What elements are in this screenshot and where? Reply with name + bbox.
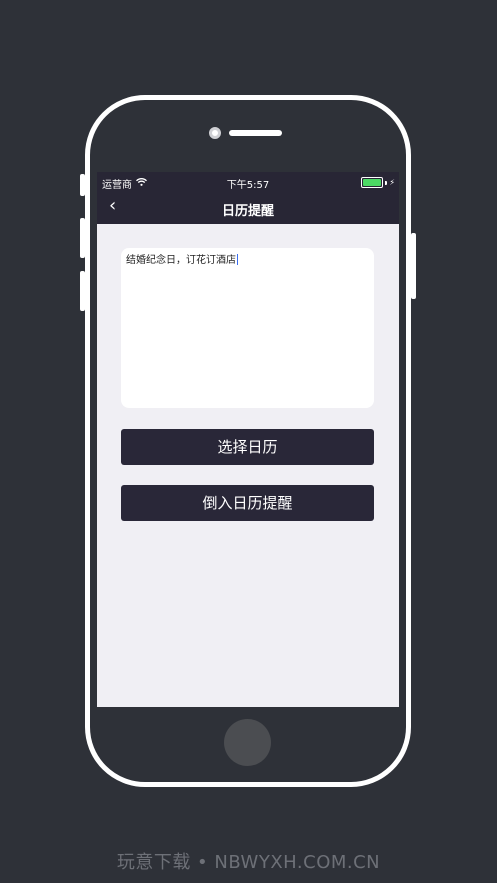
page-title: 日历提醒 [221,204,274,219]
status-time: 下午5:57 [226,180,270,191]
home-button[interactable] [224,719,271,766]
app-screen: 运营商 下午5:57 ⚡ ‹ 日历提醒 结婚纪念日，订花订酒店 选择日历 倒入日… [97,172,399,707]
battery-tip [385,180,388,185]
mute-switch [80,174,85,196]
watermark-text: 玩意下载 • NBWYXH.COM.CN [116,852,381,873]
earpiece-speaker [229,130,282,136]
battery-icon [361,177,384,188]
note-textarea[interactable]: 结婚纪念日，订花订酒店 [121,248,374,408]
battery-indicator: ⚡ [361,177,395,188]
charging-bolt-icon: ⚡ [389,178,395,187]
battery-level [363,179,382,186]
power-button [411,233,416,299]
import-reminder-button[interactable]: 倒入日历提醒 [121,485,374,521]
note-text: 结婚纪念日，订花订酒店 [126,255,236,266]
text-cursor [237,254,238,265]
front-camera [209,127,221,139]
status-bar: 运营商 下午5:57 ⚡ [97,172,399,191]
select-calendar-button[interactable]: 选择日历 [121,429,374,465]
volume-down-button [80,271,85,311]
navigation-bar: 运营商 下午5:57 ⚡ ‹ 日历提醒 [97,172,399,224]
volume-up-button [80,218,85,258]
